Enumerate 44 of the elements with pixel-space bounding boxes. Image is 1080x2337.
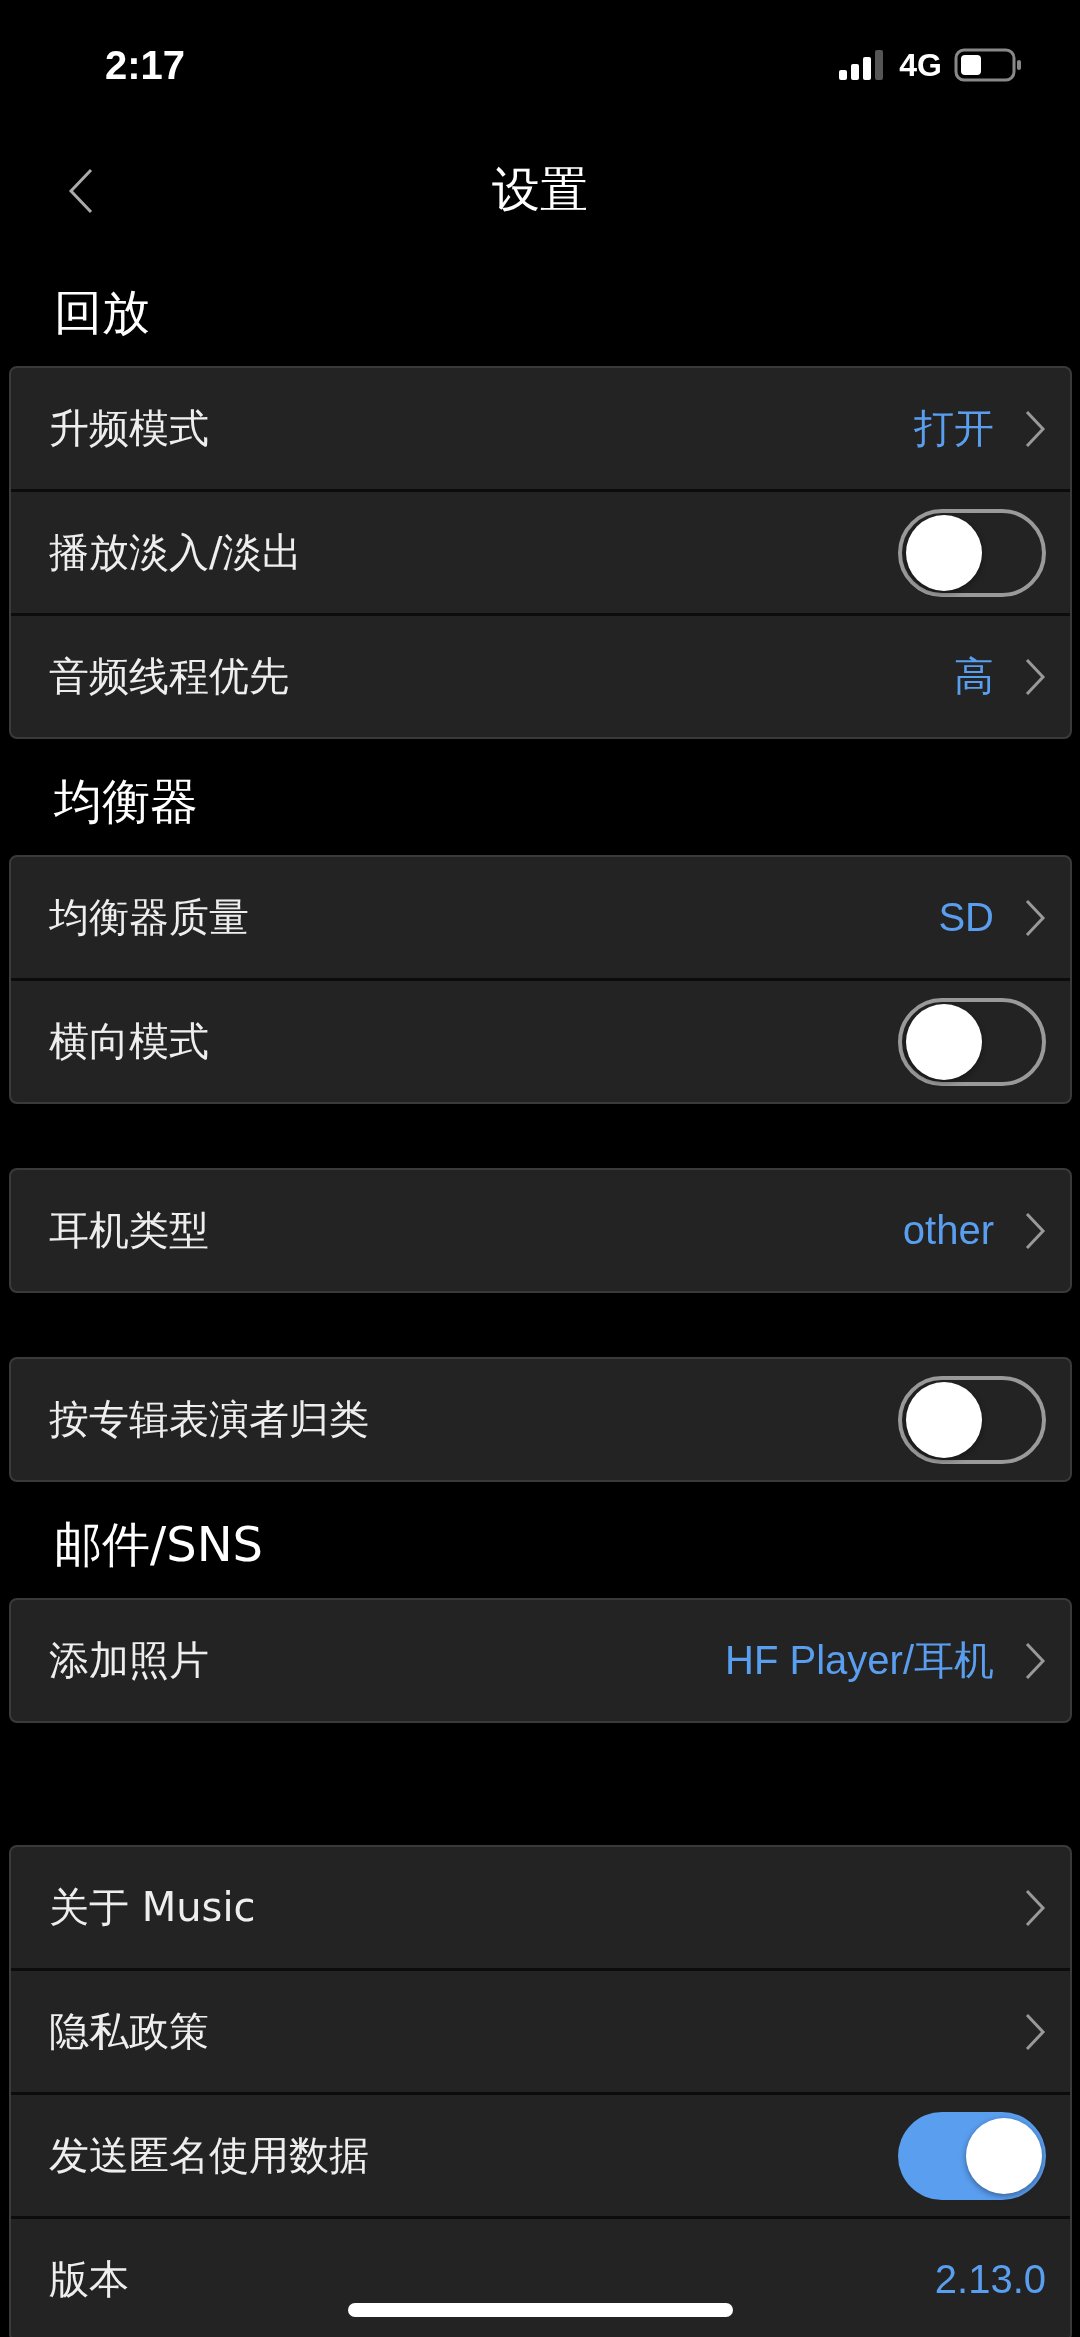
setting-label: 播放淡入/淡出 xyxy=(49,528,304,577)
setting-value: SD xyxy=(938,895,994,940)
settings-row[interactable]: 关于 Music xyxy=(11,1847,1070,1968)
section-header: 邮件/SNS xyxy=(53,1515,264,1574)
setting-value: other xyxy=(902,1208,994,1253)
section-header: 回放 xyxy=(53,283,151,342)
setting-label: 发送匿名使用数据 xyxy=(49,2131,370,2180)
settings-row[interactable]: 隐私政策 xyxy=(11,1968,1070,2092)
setting-label: 版本 xyxy=(49,2255,130,2304)
chevron-icon xyxy=(1024,897,1046,938)
setting-label: 隐私政策 xyxy=(49,2007,210,2056)
setting-label: 升频模式 xyxy=(49,404,210,453)
chevron-icon xyxy=(1024,1640,1046,1681)
setting-label: 按专辑表演者归类 xyxy=(49,1395,370,1444)
setting-label: 横向模式 xyxy=(49,1017,210,1066)
setting-label: 添加照片 xyxy=(49,1636,210,1685)
settings-row[interactable]: 播放淡入/淡出 xyxy=(11,489,1070,613)
setting-label: 耳机类型 xyxy=(49,1206,210,1255)
setting-value: 高 xyxy=(954,653,994,700)
setting-label: 均衡器质量 xyxy=(49,893,250,942)
status-time: 2:17 xyxy=(105,42,186,88)
settings-row[interactable]: 音频线程优先 高 xyxy=(11,613,1070,737)
setting-label: 关于 Music xyxy=(49,1883,257,1932)
settings-row[interactable]: 均衡器质量 SD xyxy=(11,857,1070,978)
section-header: 均衡器 xyxy=(53,772,199,831)
settings-row[interactable]: 升频模式 打开 xyxy=(11,368,1070,489)
settings-row[interactable]: 按专辑表演者归类 xyxy=(11,1359,1070,1480)
back-icon[interactable] xyxy=(68,168,94,214)
chevron-icon xyxy=(1024,1887,1046,1928)
setting-value: 打开 xyxy=(914,405,994,452)
battery-icon xyxy=(954,48,1022,82)
chevron-icon xyxy=(1024,656,1046,697)
chevron-icon xyxy=(1024,2011,1046,2052)
settings-row[interactable]: 添加照片 HF Player/耳机 xyxy=(11,1600,1070,1721)
setting-value: 2.13.0 xyxy=(934,2257,1046,2302)
settings-row[interactable]: 横向模式 xyxy=(11,978,1070,1102)
settings-row[interactable]: 耳机类型 other xyxy=(11,1170,1070,1291)
settings-row[interactable]: 发送匿名使用数据 xyxy=(11,2092,1070,2216)
chevron-icon xyxy=(1024,408,1046,449)
setting-label: 音频线程优先 xyxy=(49,652,290,701)
page-title: 设置 xyxy=(492,160,588,219)
setting-value: HF Player/耳机 xyxy=(725,1637,994,1684)
network-label: 4G xyxy=(899,46,942,84)
chevron-icon xyxy=(1024,1210,1046,1251)
